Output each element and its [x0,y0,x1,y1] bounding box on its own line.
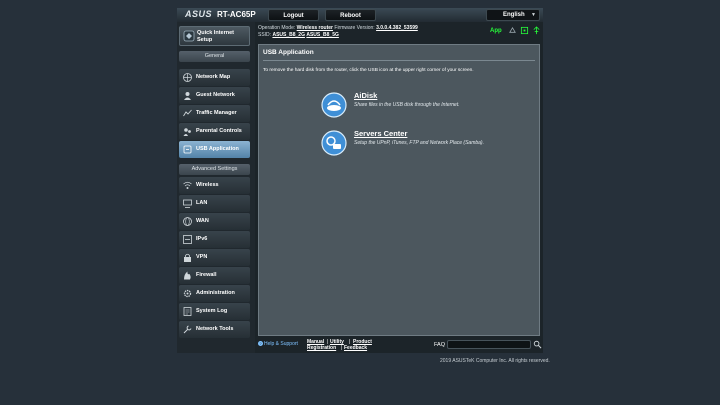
operation-mode-link[interactable]: Wireless router [297,25,333,31]
servers-center-icon [321,130,347,156]
traffic-manager-icon [183,109,192,117]
usb-application-icon [183,145,192,154]
sidebar-item-firewall[interactable]: Firewall [179,267,250,284]
sidebar-item-label: WAN [196,218,209,224]
quick-internet-setup-button[interactable]: Quick Internet Setup [179,26,250,46]
footer-separator: | [341,345,343,351]
sidebar-item-system-log[interactable]: System Log [179,303,250,320]
sidebar-item-network-map[interactable]: Network Map [179,69,250,86]
sidebar-item-parental-controls[interactable]: Parental Controls [179,123,250,140]
sidebar-item-network-tools[interactable]: Network Tools [179,321,250,338]
sidebar-item-label: USB Application [196,146,239,152]
system-log-icon [183,307,192,316]
sidebar: Quick Internet Setup General Network Map… [177,22,255,353]
sidebar-item-traffic-manager[interactable]: Traffic Manager [179,105,250,122]
wireless-icon [183,181,192,189]
firmware-version-link[interactable]: 3.0.0.4.382_53599 [376,25,418,31]
servers-center-feature[interactable]: Servers Center Setup the UPnP, iTunes, F… [321,129,521,160]
usb-status-icon[interactable] [508,26,517,35]
sidebar-item-wireless[interactable]: Wireless [179,177,250,194]
sidebar-item-ipv6[interactable]: IPv6 [179,231,250,248]
wan-icon [183,217,192,226]
sidebar-item-label: Network Tools [196,326,234,332]
sidebar-item-label: Guest Network [196,92,235,98]
router-admin-window: ASUS RT-AC65P Logout Reboot English ▼ Qu… [177,8,543,353]
reboot-button[interactable]: Reboot [325,9,376,21]
sidebar-item-label: Traffic Manager [196,110,237,116]
sidebar-item-label: Firewall [196,272,217,278]
logout-button[interactable]: Logout [268,9,319,21]
ssid-label: SSID: [258,32,272,38]
sidebar-item-label: VPN [196,254,208,260]
usb-connection-icon[interactable] [532,26,541,35]
faq-label: FAQ [434,342,446,348]
status-info-bar: Operation Mode: Wireless router Firmware… [258,22,543,40]
page-description: To remove the hard disk from the router,… [263,68,474,73]
sidebar-item-label: IPv6 [196,236,208,242]
help-support-label: Help & Support [264,341,298,347]
product-registration-link-line2[interactable]: Registration [307,345,336,351]
help-support-link[interactable]: ? Help & Support [258,341,298,347]
sidebar-item-label: Parental Controls [196,128,242,134]
help-icon: ? [258,341,263,347]
servers-center-link[interactable]: Servers Center [354,129,407,138]
language-select[interactable]: English ▼ [486,9,540,21]
faq-search-input[interactable] [447,340,531,349]
aidisk-description: Share files in the USB disk through the … [354,102,460,108]
network-tools-icon [183,325,192,334]
ipv6-icon [183,235,192,244]
guest-network-icon [184,92,191,100]
network-map-icon [183,73,192,82]
chevron-down-icon: ▼ [531,12,536,18]
sidebar-item-label: System Log [196,308,228,314]
lan-icon [183,199,192,208]
servers-center-description: Setup the UPnP, iTunes, FTP and Network … [354,140,484,146]
sidebar-item-label: Administration [196,290,235,296]
sidebar-item-label: LAN [196,200,208,206]
parental-controls-icon [183,128,191,136]
feedback-link[interactable]: Feedback [344,345,367,351]
sidebar-item-guest-network[interactable]: Guest Network [179,87,250,104]
ssid-2g-link[interactable]: ASUS_B8_2G [272,32,305,38]
sidebar-item-wan[interactable]: WAN [179,213,250,230]
sidebar-item-administration[interactable]: Administration [179,285,250,302]
language-value: English [503,12,525,18]
app-link[interactable]: App [490,28,502,34]
asus-logo[interactable]: ASUS [185,9,212,19]
main-content-panel: USB Application To remove the hard disk … [258,44,540,336]
firewall-icon [184,271,191,280]
quick-internet-setup-label: Quick Internet Setup [197,30,234,43]
sidebar-item-lan[interactable]: LAN [179,195,250,212]
internet-status-icon[interactable] [520,26,529,35]
administration-icon [183,289,192,298]
title-divider [263,60,535,61]
vpn-icon [184,253,191,262]
firmware-label: Firmware Version: [334,25,375,31]
sidebar-item-vpn[interactable]: VPN [179,249,250,266]
top-bar: ASUS RT-AC65P Logout Reboot English ▼ [177,8,543,22]
advanced-settings-header: Advanced Settings [179,164,250,175]
sidebar-item-label: Network Map [196,74,231,80]
search-icon[interactable] [533,340,542,349]
aidisk-icon [321,92,347,118]
page-title: USB Application [263,49,314,56]
ssid-5g-link[interactable]: ASUS_B8_5G [306,32,339,38]
quick-setup-icon [183,30,195,42]
sidebar-item-usb-application[interactable]: USB Application [179,141,250,158]
aidisk-feature[interactable]: AiDisk Share files in the USB disk throu… [321,91,521,122]
copyright-text: 2019 ASUSTeK Computer Inc. All rights re… [440,358,550,364]
footer: ? Help & Support Manual | Utility | Produ… [258,336,543,353]
operation-mode-label: Operation Mode: [258,25,296,31]
general-section-header: General [179,51,250,62]
sidebar-item-label: Wireless [196,182,219,188]
router-model: RT-AC65P [217,10,256,19]
aidisk-link[interactable]: AiDisk [354,91,377,100]
